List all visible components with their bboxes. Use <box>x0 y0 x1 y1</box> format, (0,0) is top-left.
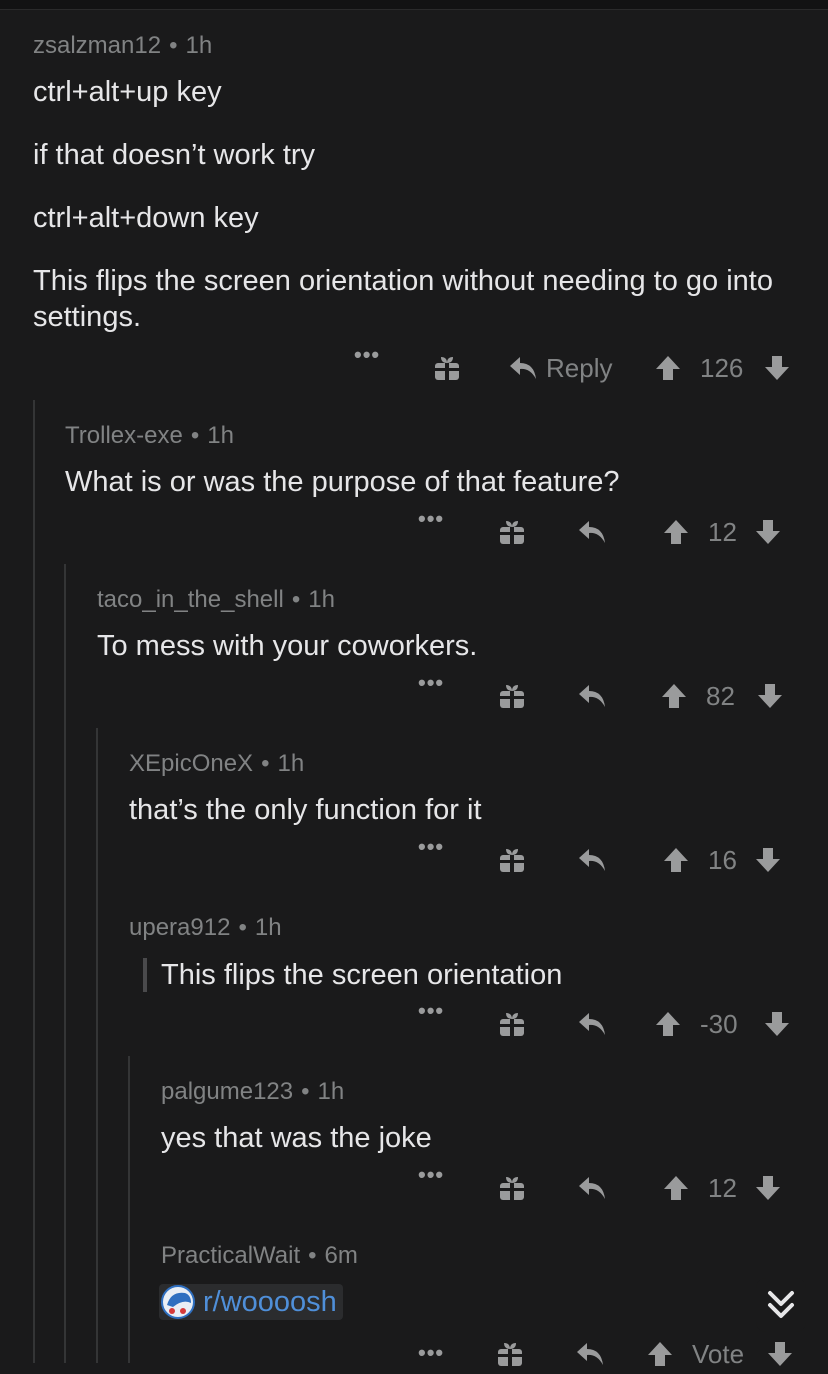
comment-meta: Trollex-exe • 1h <box>65 422 234 450</box>
author-name[interactable]: Trollex-exe <box>65 422 183 449</box>
vote-score: 16 <box>708 844 737 875</box>
downvote-arrow-icon[interactable] <box>766 1340 794 1368</box>
thread-line-3[interactable] <box>96 728 98 1363</box>
comment-meta: palgume123 • 1h <box>161 1078 344 1106</box>
gift-award-icon[interactable] <box>496 1340 524 1368</box>
meta-separator: • <box>261 750 270 777</box>
downvote-arrow-icon[interactable] <box>754 1174 782 1202</box>
comment-time: 1h <box>185 32 213 59</box>
more-options-icon[interactable]: ••• <box>418 998 444 1024</box>
comment-body: ctrl+alt+up key if that doesn’t work try… <box>33 74 793 335</box>
comment-actions: ••• -30 <box>0 998 828 1044</box>
more-options-icon[interactable]: ••• <box>418 506 444 532</box>
comment-body: yes that was the joke <box>161 1122 432 1154</box>
comment-actions: ••• 12 <box>0 1162 828 1208</box>
downvote-arrow-icon[interactable] <box>763 1010 791 1038</box>
meta-separator: • <box>308 1242 317 1269</box>
upvote-arrow-icon[interactable] <box>654 1010 682 1038</box>
comment-paragraph: if that doesn’t work try <box>33 139 316 171</box>
reply-arrow-icon[interactable] <box>577 1175 607 1201</box>
reply-arrow-icon[interactable] <box>577 519 607 545</box>
subreddit-link[interactable]: r/woooosh <box>159 1284 343 1320</box>
gift-award-icon[interactable] <box>498 682 526 710</box>
comment-body: What is or was the purpose of that featu… <box>65 466 620 498</box>
meta-separator: • <box>190 422 200 449</box>
subreddit-avatar-icon <box>161 1285 195 1319</box>
downvote-arrow-icon[interactable] <box>756 682 784 710</box>
thread-line-4[interactable] <box>128 1056 130 1363</box>
upvote-arrow-icon[interactable] <box>660 682 688 710</box>
meta-separator: • <box>169 32 178 59</box>
gift-award-icon[interactable] <box>498 1010 526 1038</box>
gift-award-icon[interactable] <box>498 1174 526 1202</box>
author-name[interactable]: XEpicOneX <box>129 750 253 777</box>
vote-score: 82 <box>706 680 735 711</box>
comment-quote: This flips the screen orientation <box>143 958 562 992</box>
comment-actions: ••• Reply 126 <box>0 342 828 388</box>
comment-time: 1h <box>254 914 282 941</box>
comment-actions: ••• 82 <box>0 670 828 716</box>
author-name[interactable]: PracticalWait <box>161 1242 300 1269</box>
comment-meta: upera912 • 1h <box>129 914 282 942</box>
downvote-arrow-icon[interactable] <box>763 354 791 382</box>
comment-paragraph: This flips the screen orientation withou… <box>33 265 773 333</box>
more-options-icon[interactable]: ••• <box>418 670 444 696</box>
comment-time: 6m <box>324 1242 358 1269</box>
vote-score: -30 <box>700 1008 738 1039</box>
gift-award-icon[interactable] <box>433 354 461 382</box>
comment-paragraph: ctrl+alt+down key <box>33 202 259 234</box>
reply-label: Reply <box>546 352 613 383</box>
vote-label: Vote <box>692 1338 745 1369</box>
more-options-icon[interactable]: ••• <box>418 1340 444 1366</box>
gift-award-icon[interactable] <box>498 846 526 874</box>
meta-separator: • <box>238 914 247 941</box>
comment-actions: ••• 16 <box>0 834 828 880</box>
more-options-icon[interactable]: ••• <box>418 834 444 860</box>
top-divider <box>0 0 828 10</box>
double-chevron-down-icon <box>768 1291 794 1318</box>
scroll-to-next-button[interactable] <box>756 1278 806 1332</box>
comment-body: that’s the only function for it <box>129 794 482 826</box>
subreddit-link-text: r/woooosh <box>203 1285 337 1318</box>
comment-meta: XEpicOneX • 1h <box>129 750 304 778</box>
author-name[interactable]: upera912 <box>129 914 230 941</box>
comment-time: 1h <box>317 1078 345 1105</box>
author-name[interactable]: taco_in_the_shell <box>97 586 284 613</box>
reply-arrow-icon[interactable] <box>577 1011 607 1037</box>
comment-paragraph: ctrl+alt+up key <box>33 76 222 108</box>
comment-actions: ••• Vote <box>0 1334 828 1374</box>
vote-score: 12 <box>708 516 737 547</box>
comment-meta: taco_in_the_shell • 1h <box>97 586 335 614</box>
comment-time: 1h <box>308 586 335 613</box>
reply-arrow-icon[interactable] <box>575 1341 605 1367</box>
downvote-arrow-icon[interactable] <box>754 518 782 546</box>
reply-arrow-icon <box>510 357 536 379</box>
upvote-arrow-icon[interactable] <box>654 354 682 382</box>
reply-arrow-icon[interactable] <box>577 847 607 873</box>
vote-score: 12 <box>708 1172 737 1203</box>
meta-separator: • <box>301 1078 310 1105</box>
upvote-arrow-icon[interactable] <box>646 1340 674 1368</box>
comment-meta: PracticalWait • 6m <box>161 1242 358 1270</box>
more-options-icon[interactable]: ••• <box>354 342 380 368</box>
downvote-arrow-icon[interactable] <box>754 846 782 874</box>
comment-time: 1h <box>207 422 234 449</box>
reply-arrow-icon[interactable] <box>577 683 607 709</box>
meta-separator: • <box>291 586 301 613</box>
comment-body: To mess with your coworkers. <box>97 630 478 662</box>
comment-time: 1h <box>277 750 305 777</box>
author-name[interactable]: zsalzman12 <box>33 32 161 59</box>
upvote-arrow-icon[interactable] <box>662 1174 690 1202</box>
upvote-arrow-icon[interactable] <box>662 518 690 546</box>
upvote-arrow-icon[interactable] <box>662 846 690 874</box>
reply-button[interactable]: Reply <box>508 353 612 384</box>
author-name[interactable]: palgume123 <box>161 1078 293 1105</box>
comment-actions: ••• 12 <box>0 506 828 552</box>
comment-meta: zsalzman12 • 1h <box>33 32 212 60</box>
gift-award-icon[interactable] <box>498 518 526 546</box>
more-options-icon[interactable]: ••• <box>418 1162 444 1188</box>
vote-score: 126 <box>700 352 744 383</box>
